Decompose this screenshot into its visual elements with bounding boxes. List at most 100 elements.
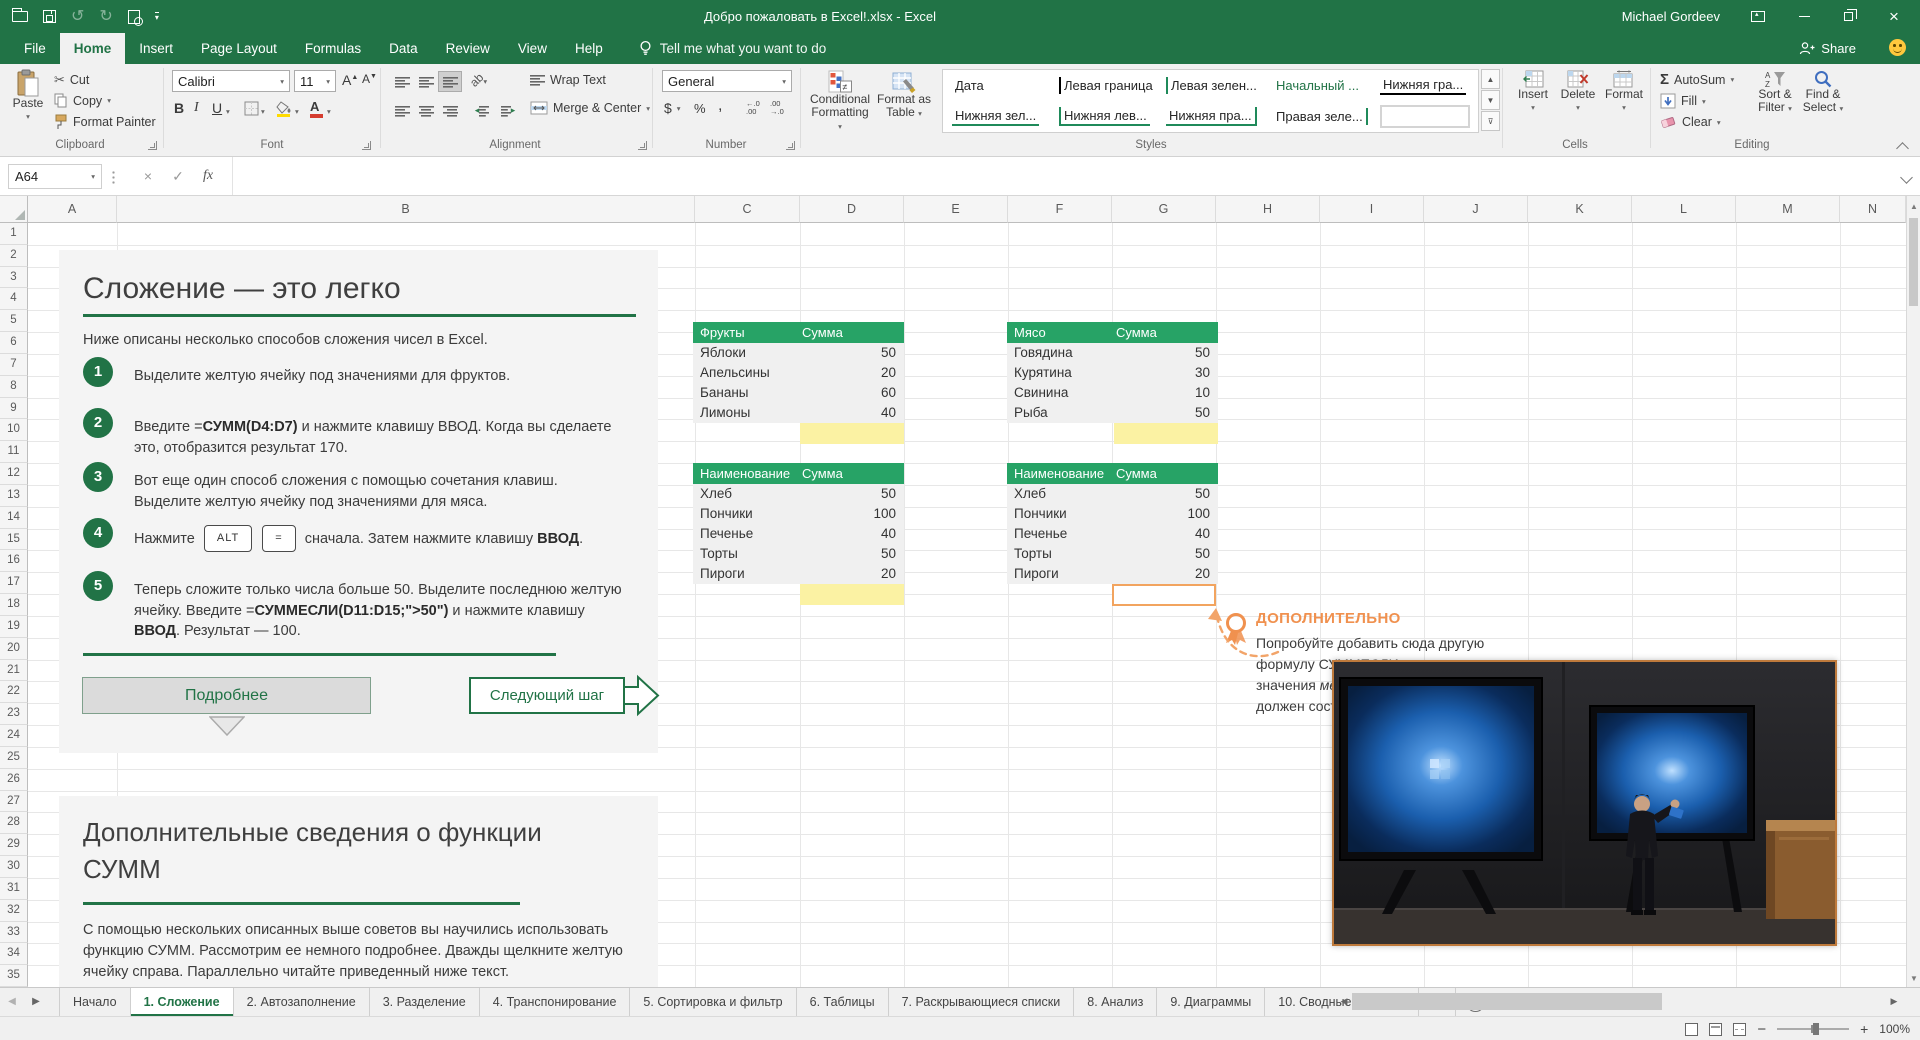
cell[interactable]: 50 [1114, 403, 1218, 423]
underline-dropdown-icon[interactable]: ▾ [226, 107, 230, 116]
increase-decimal-button[interactable]: ←.0 .00 [746, 100, 760, 116]
normal-view-icon[interactable] [1685, 1023, 1698, 1036]
grow-font-button[interactable]: A▲ [342, 72, 358, 88]
cell[interactable]: Бананы [693, 383, 800, 403]
column-header-K[interactable]: K [1528, 196, 1632, 223]
row-header-22[interactable]: 22 [0, 681, 28, 703]
cell[interactable]: Печенье [693, 524, 800, 544]
more-button[interactable]: Подробнее [82, 677, 371, 714]
gallery-scroll-up-icon[interactable]: ▲ [1481, 69, 1500, 89]
cell[interactable]: 50 [800, 484, 904, 504]
percent-style-button[interactable]: % [694, 101, 706, 116]
ribbon-tab-data[interactable]: Data [375, 33, 432, 64]
share-button[interactable]: Share [1799, 33, 1856, 64]
column-header-I[interactable]: I [1320, 196, 1424, 223]
font-color-dropdown-icon[interactable]: ▾ [327, 107, 331, 116]
number-format-select[interactable]: General▾ [662, 70, 792, 92]
cell-style-Нижняя пра...[interactable]: Нижняя пра... [1157, 101, 1264, 132]
horizontal-scroll-thumb[interactable] [1352, 993, 1662, 1010]
cell[interactable]: 100 [1114, 504, 1218, 524]
cell[interactable]: 20 [800, 564, 904, 584]
row-header-20[interactable]: 20 [0, 638, 28, 660]
next-step-button[interactable]: Следующий шаг [469, 677, 625, 714]
page-layout-view-icon[interactable] [1709, 1023, 1722, 1036]
delete-cells-button[interactable]: Delete▾ [1556, 70, 1600, 114]
column-header-F[interactable]: F [1008, 196, 1112, 223]
ribbon-tab-review[interactable]: Review [432, 33, 504, 64]
enter-formula-icon[interactable]: ✓ [166, 165, 190, 187]
user-name[interactable]: Michael Gordeev [1622, 0, 1720, 33]
merge-center-button[interactable]: Merge & Center▾ [530, 101, 650, 115]
sheet-tab-8. Анализ[interactable]: 8. Анализ [1074, 988, 1157, 1016]
zoom-out-icon[interactable]: − [1757, 1021, 1766, 1038]
row-header-27[interactable]: 27 [0, 791, 28, 813]
row-header-16[interactable]: 16 [0, 550, 28, 572]
sheet-tab-1. Сложение[interactable]: 1. Сложение [131, 988, 234, 1016]
cell[interactable]: Торты [693, 544, 800, 564]
cell[interactable]: 30 [1114, 363, 1218, 383]
sheet-nav-right-icon[interactable]: ▶ [24, 988, 48, 1016]
cell[interactable]: Хлеб [1007, 484, 1114, 504]
ribbon-display-options-button[interactable] [1744, 0, 1772, 33]
row-header-11[interactable]: 11 [0, 441, 28, 463]
font-size-select[interactable]: 11▾ [294, 70, 336, 92]
zoom-slider[interactable] [1777, 1028, 1849, 1030]
orientation-button[interactable]: ab▾ [470, 73, 487, 87]
accounting-format-button[interactable]: $▾ [664, 100, 681, 116]
row-header-25[interactable]: 25 [0, 747, 28, 769]
conditional-formatting-button[interactable]: ≠ ConditionalFormatting ▾ [810, 70, 870, 133]
format-painter-button[interactable]: Format Painter [54, 114, 156, 129]
row-header-3[interactable]: 3 [0, 267, 28, 289]
cell[interactable]: Хлеб [693, 484, 800, 504]
cell[interactable]: 40 [1114, 524, 1218, 544]
cell[interactable]: 40 [800, 524, 904, 544]
insert-function-icon[interactable]: fx [196, 165, 220, 187]
row-header-21[interactable]: 21 [0, 660, 28, 682]
autosum-button[interactable]: ΣAutoSum▾ [1660, 71, 1734, 88]
zoom-level[interactable]: 100% [1879, 1022, 1910, 1036]
cell[interactable]: Курятина [1007, 363, 1114, 383]
cell[interactable]: Рыба [1007, 403, 1114, 423]
ribbon-tab-page-layout[interactable]: Page Layout [187, 33, 291, 64]
cell[interactable]: 60 [800, 383, 904, 403]
row-header-31[interactable]: 31 [0, 878, 28, 900]
close-button[interactable]: × [1880, 0, 1908, 33]
column-header-B[interactable]: B [117, 196, 695, 223]
cell-style-Правая зеле...[interactable]: Правая зеле... [1264, 101, 1371, 132]
row-header-1[interactable]: 1 [0, 223, 28, 245]
redo-icon[interactable]: ↻ [99, 9, 112, 25]
sheet-tab-7. Раскрывающиеся списки[interactable]: 7. Раскрывающиеся списки [889, 988, 1075, 1016]
row-header-15[interactable]: 15 [0, 529, 28, 551]
sheet-tab-3. Разделение[interactable]: 3. Разделение [370, 988, 480, 1016]
row-header-34[interactable]: 34 [0, 943, 28, 965]
scroll-down-icon[interactable]: ▼ [1907, 974, 1920, 983]
cell-style-Нижняя зел...[interactable]: Нижняя зел... [943, 101, 1050, 132]
row-header-18[interactable]: 18 [0, 594, 28, 616]
row-header-29[interactable]: 29 [0, 834, 28, 856]
clear-button[interactable]: Clear▾ [1660, 115, 1721, 129]
cell[interactable]: Апельсины [693, 363, 800, 383]
formula-input[interactable] [232, 157, 1900, 195]
cell[interactable]: Торты [1007, 544, 1114, 564]
cancel-formula-icon[interactable]: × [136, 165, 160, 187]
select-all-corner[interactable] [0, 196, 28, 223]
borders-button[interactable] [244, 101, 259, 116]
zoom-in-icon[interactable]: + [1860, 1021, 1868, 1037]
page-break-view-icon[interactable] [1733, 1023, 1746, 1036]
row-header-35[interactable]: 35 [0, 965, 28, 987]
yellow-input-cell[interactable] [800, 584, 904, 605]
align-bottom-button[interactable] [438, 71, 462, 92]
row-header-23[interactable]: 23 [0, 703, 28, 725]
cell[interactable]: Говядина [1007, 343, 1114, 363]
row-header-10[interactable]: 10 [0, 419, 28, 441]
cut-button[interactable]: ✂Cut [54, 72, 89, 88]
find-select-button[interactable]: Find &Select ▾ [1800, 70, 1846, 115]
sheet-nav-left-icon[interactable]: ◀ [0, 988, 24, 1016]
cell[interactable]: Пончики [693, 504, 800, 524]
column-header-H[interactable]: H [1216, 196, 1320, 223]
scroll-up-icon[interactable]: ▲ [1907, 202, 1920, 211]
copy-button[interactable]: Copy▾ [54, 93, 111, 108]
zoom-slider-thumb[interactable] [1813, 1023, 1819, 1035]
open-icon[interactable] [12, 11, 28, 22]
bold-button[interactable]: B [174, 100, 184, 116]
